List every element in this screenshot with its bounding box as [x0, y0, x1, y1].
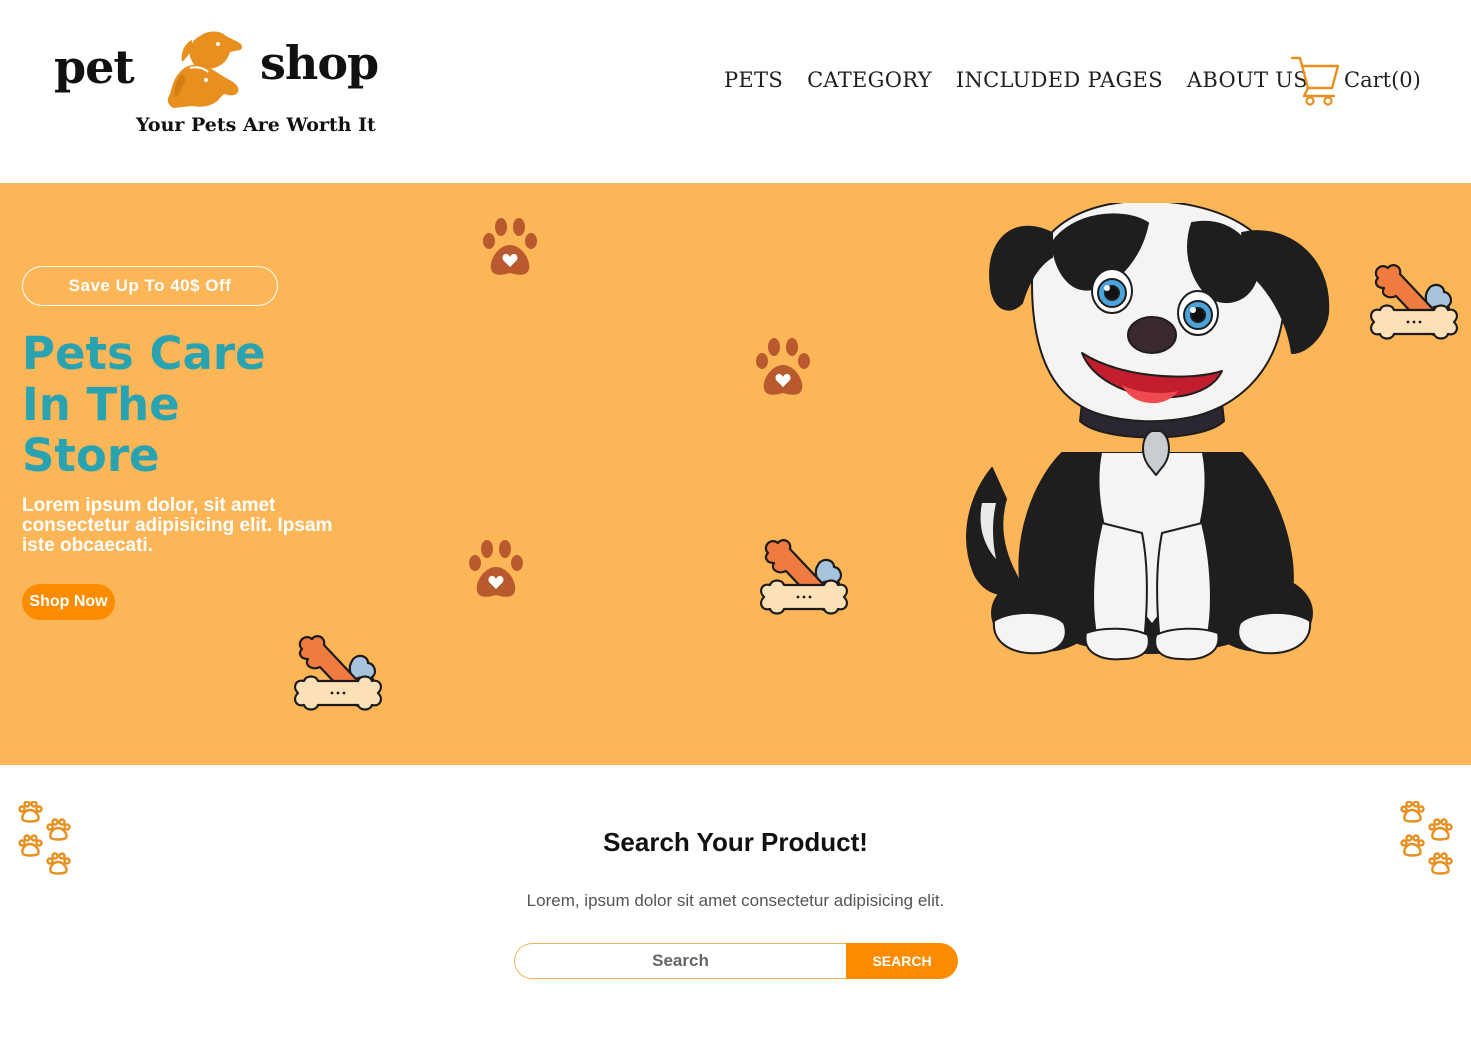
search-button[interactable]: SEARCH: [846, 943, 958, 979]
hero-title-line-3: Store: [22, 429, 160, 482]
hero-title-line-1: Pets Care: [22, 327, 266, 380]
bones-icon: [294, 635, 382, 711]
paw-print-icon: [483, 218, 537, 275]
cart-button[interactable]: Cart(0): [1290, 54, 1421, 106]
logo-tagline: Your Pets Are Worth It: [136, 114, 376, 136]
logo-word-shop: shop: [260, 36, 379, 90]
hero-title-line-2: In The: [22, 378, 180, 431]
paw-print-icon: [469, 540, 523, 597]
bones-icon: [760, 539, 848, 615]
puppy-illustration: [966, 203, 1330, 661]
hero-banner: Save Up To 40$ Off Pets Care In The Stor…: [0, 183, 1471, 765]
two-dogs-logo-icon: [167, 31, 243, 108]
brand-logo[interactable]: pet shop Your Pets Are Worth It: [50, 28, 410, 143]
search-input[interactable]: [514, 943, 846, 979]
nav-item-pets[interactable]: PETS: [724, 68, 783, 92]
search-subtitle: Lorem, ipsum dolor sit amet consectetur …: [526, 891, 945, 910]
main-nav: PETS CATEGORY INCLUDED PAGES ABOUT US: [724, 64, 1332, 96]
logo-word-pet: pet: [54, 40, 135, 94]
hero-description: Lorem ipsum dolor, sit amet consectetur …: [22, 495, 333, 556]
bones-icon: [1370, 264, 1458, 340]
search-title: Search Your Product!: [603, 827, 868, 857]
shop-now-button[interactable]: Shop Now: [22, 584, 115, 620]
hero-title: Pets Care In The Store: [22, 328, 342, 481]
nav-item-included-pages[interactable]: INCLUDED PAGES: [956, 68, 1163, 92]
cart-label: Cart(0): [1344, 68, 1421, 92]
search-section: Search Your Product! Lorem, ipsum dolor …: [0, 765, 1471, 1061]
site-header: pet shop Your Pets Are Worth It PETS CAT…: [0, 0, 1471, 183]
promo-badge[interactable]: Save Up To 40$ Off: [22, 266, 278, 306]
paw-print-icon: [756, 338, 810, 395]
nav-item-category[interactable]: CATEGORY: [807, 68, 932, 92]
cart-icon: [1290, 56, 1340, 106]
search-bar: SEARCH: [514, 943, 958, 979]
